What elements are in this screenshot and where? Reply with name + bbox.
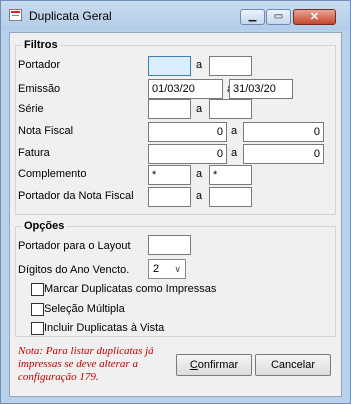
opcoes-group-title: Opções (22, 220, 67, 232)
portador-layout-label: Portador para o Layout (18, 240, 131, 252)
dialog-window: Duplicata Geral ▁ ▭ ✕ Filtros Portador a… (0, 0, 351, 404)
portador-to-input[interactable] (209, 56, 252, 76)
minimize-button[interactable]: ▁ (240, 9, 265, 25)
confirmar-button[interactable]: Confirmar (176, 354, 252, 376)
fatura-to-input[interactable]: 0 (243, 144, 324, 164)
serie-to-input[interactable] (209, 99, 252, 119)
portador-nf-from-input[interactable] (148, 187, 191, 207)
emissao-from-input[interactable]: 01/03/20 (148, 79, 223, 99)
marcar-impressas-label[interactable]: Marcar Duplicatas como Impressas (44, 283, 216, 295)
close-icon: ✕ (309, 11, 320, 23)
confirmar-label: onfirmar (197, 359, 239, 371)
fatura-label: Fatura (18, 147, 50, 159)
title-bar[interactable]: Duplicata Geral ▁ ▭ ✕ (1, 1, 350, 30)
serie-from-input[interactable] (148, 99, 191, 119)
incluir-vista-checkbox[interactable] (31, 322, 44, 335)
emissao-label: Emissão (18, 83, 61, 95)
serie-label: Série (18, 103, 44, 115)
maximize-icon: ▭ (273, 11, 284, 22)
window-title: Duplicata Geral (29, 9, 112, 23)
nota-fiscal-from-input[interactable]: 0 (148, 122, 227, 142)
minimize-icon: ▁ (248, 11, 257, 22)
range-separator: a (231, 125, 238, 137)
marcar-impressas-checkbox[interactable] (31, 283, 44, 296)
nota-fiscal-label: Nota Fiscal (18, 125, 74, 137)
portador-from-input[interactable] (148, 56, 191, 76)
fatura-from-input[interactable]: 0 (148, 144, 227, 164)
filtros-group-title: Filtros (22, 39, 60, 51)
portador-nf-to-input[interactable] (209, 187, 252, 207)
selecao-multipla-checkbox[interactable] (31, 303, 44, 316)
cancelar-button[interactable]: Cancelar (255, 354, 331, 376)
digitos-ano-label: Dígitos do Ano Vencto. (18, 264, 130, 276)
range-separator: a (196, 59, 203, 71)
portador-layout-input[interactable] (148, 235, 191, 255)
confirmar-accel: C (189, 359, 198, 371)
close-button[interactable]: ✕ (293, 9, 336, 25)
selecao-multipla-label[interactable]: Seleção Múltipla (44, 303, 125, 315)
complemento-to-input[interactable]: * (209, 165, 252, 185)
incluir-vista-label[interactable]: Incluir Duplicatas à Vista (44, 322, 164, 334)
complemento-label: Complemento (18, 168, 87, 180)
range-separator: a (196, 168, 203, 180)
chevron-down-icon: ∨ (174, 264, 181, 274)
emissao-to-input[interactable]: 31/03/20 (229, 79, 293, 99)
range-separator: a (196, 190, 203, 202)
digitos-ano-select[interactable]: 2 ∨ (148, 259, 186, 279)
portador-label: Portador (18, 59, 61, 71)
app-document-icon (9, 9, 22, 21)
digitos-ano-value: 2 (153, 263, 160, 275)
nota-fiscal-to-input[interactable]: 0 (243, 122, 324, 142)
range-separator: a (231, 147, 238, 159)
range-separator: a (196, 103, 203, 115)
dialog-body: Filtros Portador a Emissão 01/03/20 a 31… (9, 32, 342, 397)
complemento-from-input[interactable]: * (148, 165, 191, 185)
portador-nf-label: Portador da Nota Fiscal (18, 190, 134, 202)
maximize-button[interactable]: ▭ (266, 9, 291, 25)
note-text: Nota: Para listar duplicatas já impressa… (18, 345, 154, 383)
